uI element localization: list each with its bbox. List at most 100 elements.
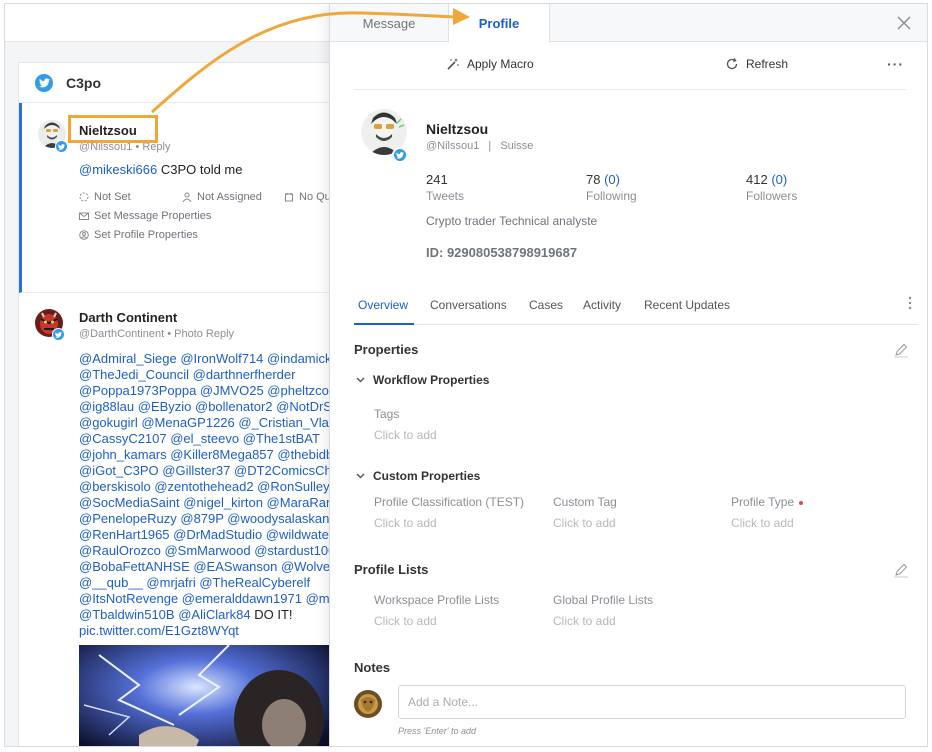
profile-classification-add[interactable]: Click to add <box>374 516 437 530</box>
stream-header-bar <box>5 4 335 42</box>
message-author[interactable]: Darth Continent <box>79 310 177 325</box>
mention-list: @Admiral_Siege @IronWolf714 @indamicks @… <box>79 351 340 639</box>
custom-properties-title: Custom Properties <box>373 469 481 483</box>
profile-type-label: Profile Type <box>731 495 804 509</box>
refresh-button[interactable]: Refresh <box>725 57 788 71</box>
mention-line[interactable]: @TheJedi_Council @darthnerfherder <box>79 367 340 383</box>
message-handle: @DarthContinent • Photo Reply <box>79 328 235 340</box>
set-profile-properties-link[interactable]: Set Profile Properties <box>79 229 198 241</box>
status-circle-icon <box>79 192 89 202</box>
workspace-profile-lists-add[interactable]: Click to add <box>374 614 437 628</box>
tab-activity[interactable]: Activity <box>583 298 621 312</box>
mention-line[interactable]: @Tbaldwin510B @AliClark84 <box>79 607 251 622</box>
properties-title: Properties <box>354 342 419 357</box>
envelope-icon <box>79 212 89 220</box>
current-user-avatar <box>354 690 382 718</box>
profile-subtabs: Overview Conversations Cases Activity Re… <box>354 287 918 325</box>
queue-icon <box>285 193 293 202</box>
message-item[interactable]: Darth Continent @DarthContinent • Photo … <box>19 293 340 746</box>
apply-macro-label: Apply Macro <box>467 57 534 71</box>
panel-tabs: Message Profile <box>330 4 927 43</box>
stat-tweets: 241 Tweets <box>426 172 464 203</box>
mention-line[interactable]: @PenelopeRuzy @879P @woodysalaskan <box>79 511 340 527</box>
mention-line[interactable]: @john_kamars @Killer8Mega857 @thebidb <box>79 447 340 463</box>
global-profile-lists-add[interactable]: Click to add <box>553 614 616 628</box>
profile-bio: Crypto trader Technical analyste <box>426 214 598 228</box>
custom-tag-label: Custom Tag <box>553 495 617 509</box>
stat-value: 78 <box>586 172 601 187</box>
mention-line[interactable]: @Poppa1973Poppa @JMVO25 @pheltzcom <box>79 383 340 399</box>
mention-line[interactable]: @__qub__ @mrjafri @TheRealCyberelf <box>79 575 340 591</box>
tab-recent-updates[interactable]: Recent Updates <box>644 298 730 312</box>
mention-line[interactable]: @BobaFettANHSE @EASwanson @Wolver <box>79 559 340 575</box>
profile-subline: @Nilssou1 | Suisse <box>426 140 533 152</box>
chevron-down-icon <box>356 377 365 383</box>
apply-macro-button[interactable]: Apply Macro <box>446 57 534 71</box>
tab-overview[interactable]: Overview <box>358 298 408 312</box>
mention-line[interactable]: @berskisolo @zentothehead2 @RonSulley <box>79 479 340 495</box>
notes-title: Notes <box>354 660 391 675</box>
add-note-input[interactable] <box>398 685 906 719</box>
message-item-selected[interactable]: Nieltzsou @Nilssou1 • Reply @mikeski666 … <box>19 103 335 293</box>
pencil-icon[interactable] <box>893 562 909 578</box>
queue-label: No Qu <box>299 191 331 203</box>
mention-line[interactable]: @RenHart1965 @DrMadStudio @wildwate <box>79 527 340 543</box>
panel-toolbar: Apply Macro Refresh ··· <box>354 42 906 90</box>
stat-extra[interactable]: (0) <box>768 172 787 187</box>
separator: | <box>488 140 492 152</box>
custom-properties-toggle[interactable]: Custom Properties <box>356 469 480 483</box>
note-hint: Press 'Enter' to add <box>398 726 476 736</box>
vertical-more-icon[interactable] <box>908 296 912 310</box>
mention-line[interactable]: @iGot_C3PO @Gillster37 @DT2ComicsCha <box>79 463 340 479</box>
status-label: Not Set <box>94 191 131 203</box>
stat-value: 412 <box>746 172 768 187</box>
refresh-icon <box>726 58 738 70</box>
profile-type-add[interactable]: Click to add <box>731 516 794 530</box>
set-message-properties-label: Set Message Properties <box>94 210 212 222</box>
message-text: @mikeski666 C3PO told me <box>79 162 243 177</box>
mention-line[interactable]: @RaulOrozco @SmMarwood @stardust100 <box>79 543 340 559</box>
custom-tag-add[interactable]: Click to add <box>553 516 616 530</box>
status-control[interactable]: Not Set <box>79 191 131 203</box>
mention-line[interactable]: @CassyC2107 @el_steevo @The1stBAT <box>79 431 340 447</box>
profile-handle[interactable]: @Nilssou1 <box>426 140 479 152</box>
global-profile-lists-label: Global Profile Lists <box>553 593 654 607</box>
workflow-properties-toggle[interactable]: Workflow Properties <box>356 373 489 387</box>
tweet-photo[interactable] <box>79 645 339 746</box>
annotation-highlight-box <box>68 115 158 143</box>
tab-profile[interactable]: Profile <box>448 4 550 43</box>
stat-label: Tweets <box>426 189 465 203</box>
mention-line[interactable]: @ItsNotRevenge @emeralddawn1971 @m0 <box>79 591 340 607</box>
tab-conversations[interactable]: Conversations <box>430 298 507 312</box>
stream-header: C3po <box>19 63 335 103</box>
profile-classification-label: Profile Classification (TEST) <box>374 495 525 509</box>
active-tab-indicator <box>354 323 414 325</box>
mention-line[interactable]: @Admiral_Siege @IronWolf714 @indamicks <box>79 351 340 367</box>
profile-id: ID: 929080538798919687 <box>426 245 578 260</box>
mention-line[interactable]: @SocMediaSaint @nigel_kirton @MaraRan <box>79 495 340 511</box>
assignee-control[interactable]: Not Assigned <box>182 191 262 203</box>
set-message-properties-link[interactable]: Set Message Properties <box>79 210 211 222</box>
stat-following: 78 (0) Following <box>586 172 637 203</box>
photo-link[interactable]: pic.twitter.com/E1Gzt8WYqt <box>79 623 340 639</box>
twitter-badge-icon <box>55 140 68 153</box>
mention-line[interactable]: @gokugirl @MenaGP1226 @_Cristian_Vlad <box>79 415 340 431</box>
profile-location: Suisse <box>500 140 534 152</box>
stat-extra[interactable]: (0) <box>600 172 620 187</box>
close-icon[interactable] <box>896 15 912 31</box>
mention-line[interactable]: @ig88lau @EByzio @bollenator2 @NotDrS <box>79 399 340 415</box>
message-closing-text: DO IT! <box>250 607 293 622</box>
twitter-icon <box>35 73 53 92</box>
tags-add[interactable]: Click to add <box>374 428 437 442</box>
tab-message[interactable]: Message <box>330 4 448 42</box>
tab-cases[interactable]: Cases <box>529 298 563 312</box>
mention-link[interactable]: @mikeski666 <box>79 162 157 177</box>
stat-value: 241 <box>426 172 448 187</box>
required-indicator <box>799 500 804 505</box>
pencil-icon[interactable] <box>893 342 909 358</box>
profile-circle-icon <box>79 230 89 240</box>
more-options-icon[interactable]: ··· <box>887 56 904 72</box>
app-window: C3po Nieltzsou @Nilssou1 • Reply @mikesk… <box>4 3 928 747</box>
workspace-profile-lists-label: Workspace Profile Lists <box>374 593 500 607</box>
queue-control[interactable]: No Qu <box>284 191 331 203</box>
